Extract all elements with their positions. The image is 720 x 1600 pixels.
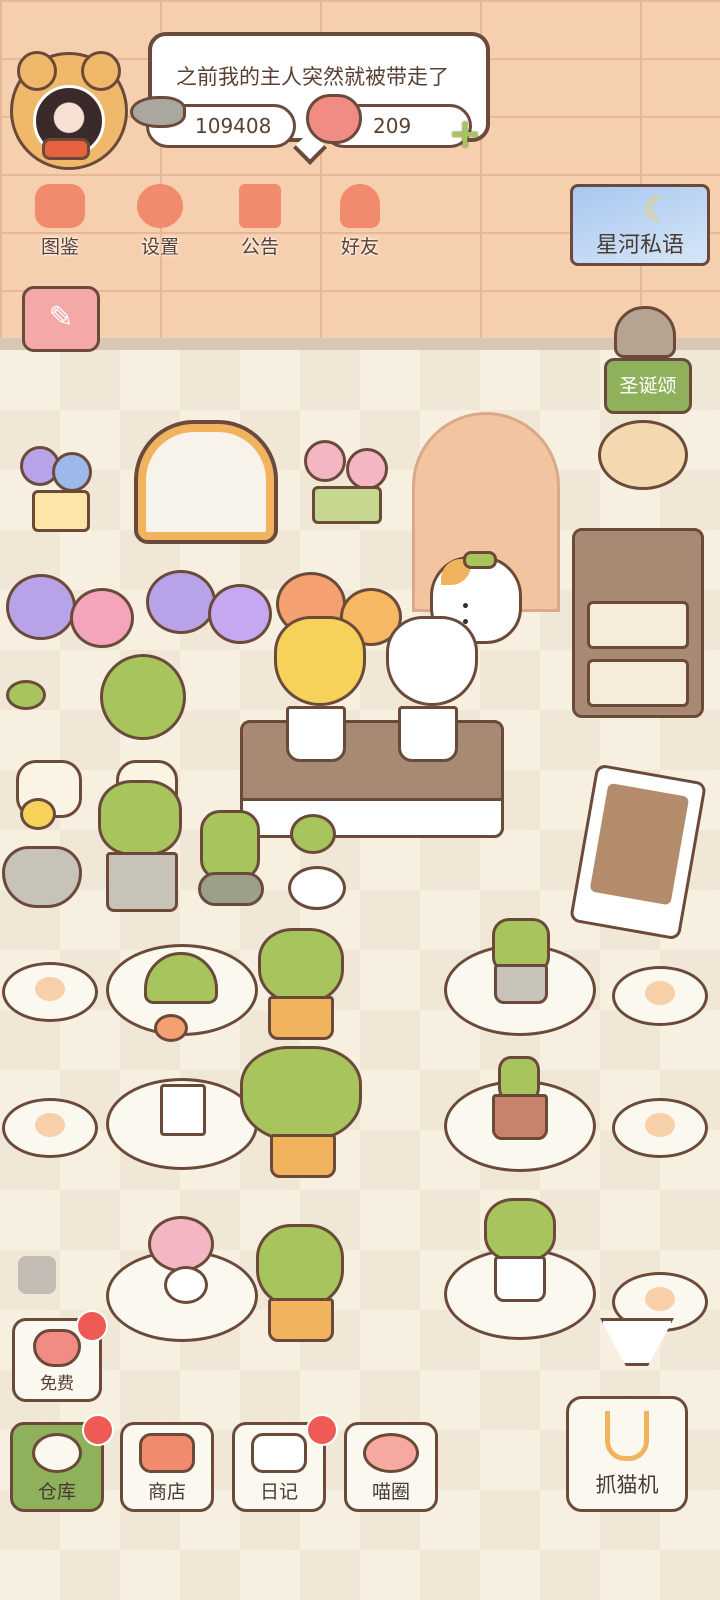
flower-glass-vase <box>160 1084 206 1136</box>
settings-label: 设置 <box>140 236 179 258</box>
claw-icon <box>605 1411 649 1461</box>
fish-count: 109408 <box>195 114 272 138</box>
warehouse-notification-badge <box>82 1414 114 1446</box>
bouquet-vase <box>164 1266 208 1304</box>
heart-gift-icon <box>33 1329 81 1367</box>
cactus-pot <box>492 1094 548 1140</box>
counter-drawers <box>240 798 504 838</box>
display-shelf[interactable] <box>572 528 704 718</box>
pencil-icon: ✎ <box>48 300 74 335</box>
friends-button[interactable]: 好友 <box>320 184 400 264</box>
speech-text: 之前我的主人突然就被带走了 <box>176 65 449 89</box>
lucky-bamboo[interactable] <box>200 810 260 880</box>
christmas-carol-event-button[interactable]: 圣诞颂 <box>604 358 692 414</box>
pink-bouquet[interactable] <box>148 1216 214 1272</box>
cat-bow <box>463 551 497 569</box>
shop-icon <box>139 1433 195 1473</box>
catalog-button[interactable]: 图鉴 <box>20 184 100 264</box>
warehouse-label: 仓库 <box>37 1481 76 1503</box>
stool[interactable] <box>612 1098 708 1158</box>
rabbit-topiary[interactable] <box>256 1224 344 1308</box>
sprout-pot <box>288 866 346 910</box>
monstera-plant[interactable] <box>484 1198 556 1262</box>
box-icon <box>32 1433 82 1473</box>
shop-button[interactable]: 商店 <box>120 1422 214 1512</box>
shelf-row-bags <box>587 659 689 707</box>
mouse-topiary-planter <box>270 1134 336 1178</box>
free-label: 免费 <box>40 1374 74 1394</box>
aloe-pot <box>106 852 178 912</box>
shop-label: 商店 <box>147 1481 186 1503</box>
hanging-ivy-basket[interactable] <box>598 420 688 490</box>
fish-icon <box>130 96 186 128</box>
rabbit-topiary-planter <box>268 1298 334 1342</box>
diary-icon <box>251 1433 307 1473</box>
gift-icon <box>239 184 281 228</box>
bear-topiary-planter <box>268 996 334 1040</box>
yellow-tulip[interactable] <box>20 798 56 830</box>
free-notification-badge <box>76 1310 108 1342</box>
shelf-row-jars <box>587 601 689 649</box>
white-calla-lilies[interactable] <box>386 616 478 706</box>
cat-planet-icon <box>363 1433 419 1473</box>
round-topiary[interactable] <box>100 654 186 740</box>
cat-circle-label: 喵圈 <box>371 1481 410 1503</box>
stool[interactable] <box>2 962 98 1022</box>
flower-basket-pot <box>32 490 90 532</box>
christmas-label: 圣诞颂 <box>619 375 677 397</box>
moon-icon: ☾ <box>643 190 674 230</box>
diary-notification-badge <box>306 1414 338 1446</box>
mouse-topiary[interactable] <box>240 1046 362 1142</box>
galaxy-label: 星河私语 <box>595 233 684 258</box>
orange-flower[interactable] <box>154 1014 188 1042</box>
menu-board-pictures <box>589 782 690 906</box>
bamboo-dish <box>198 872 264 906</box>
bear-topiary[interactable] <box>258 928 344 1004</box>
gear-icon <box>137 184 183 228</box>
settings-button[interactable]: 设置 <box>120 184 200 264</box>
snake-plant-pot <box>494 964 548 1004</box>
catalog-label: 图鉴 <box>40 236 79 258</box>
cat-circle-button[interactable]: 喵圈 <box>344 1422 438 1512</box>
cafe-window[interactable] <box>134 420 278 544</box>
cat-face-icon <box>35 184 85 228</box>
notice-label: 公告 <box>240 236 279 258</box>
flower-counter[interactable] <box>240 720 504 838</box>
yellow-tulip-vase <box>286 706 346 762</box>
diary-label: 日记 <box>259 1481 298 1503</box>
hydrangea-purple[interactable] <box>6 574 76 640</box>
christmas-hat-icon <box>614 306 676 358</box>
edit-button[interactable]: ✎ <box>22 286 100 352</box>
hydrangea-pink[interactable] <box>70 588 134 648</box>
yellow-tulips[interactable] <box>274 616 366 706</box>
hydrangea-lilac[interactable] <box>208 584 272 644</box>
heart-icon <box>306 94 362 144</box>
stool[interactable] <box>2 1098 98 1158</box>
hydrangea-purple[interactable] <box>146 570 216 634</box>
pink-flower-pot[interactable] <box>304 440 346 482</box>
claw-machine-label: 抓猫机 <box>595 1473 659 1497</box>
stool[interactable] <box>612 966 708 1026</box>
aloe-plant[interactable] <box>98 780 182 856</box>
claw-machine-button[interactable]: 抓猫机 <box>566 1396 688 1512</box>
ficus-leaf[interactable] <box>6 680 46 710</box>
side-tab-handle[interactable] <box>18 1256 56 1294</box>
monstera-pot <box>494 1256 546 1302</box>
galaxy-whisper-event-button[interactable]: ☾ 星河私语 <box>570 184 710 266</box>
pink-flower <box>346 448 388 490</box>
wall-baseboard <box>0 338 720 350</box>
sprout-plant[interactable] <box>290 814 336 854</box>
avatar-bow <box>42 138 90 160</box>
friends-label: 好友 <box>340 236 379 258</box>
calla-lily-vase <box>398 706 458 762</box>
pink-flower-planter <box>312 486 382 524</box>
heart-count: 209 <box>373 114 412 138</box>
cat-face: • • <box>461 599 484 631</box>
add-currency-button[interactable]: + <box>444 114 486 156</box>
friends-icon <box>340 184 380 228</box>
stone-planter <box>2 846 82 908</box>
flower-blue <box>52 452 92 492</box>
notice-button[interactable]: 公告 <box>220 184 300 264</box>
